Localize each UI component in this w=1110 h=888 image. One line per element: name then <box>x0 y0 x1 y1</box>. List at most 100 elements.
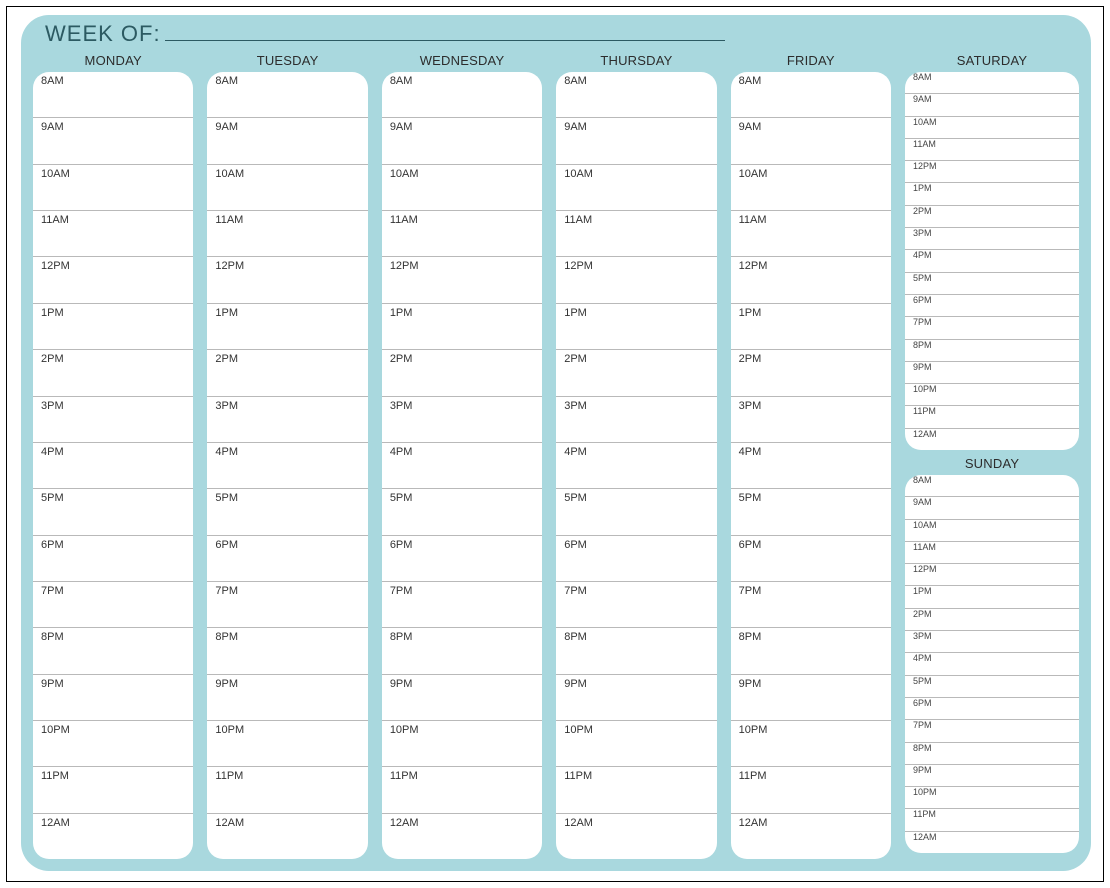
time-slot[interactable]: 9PM <box>731 674 891 720</box>
time-slot[interactable]: 11PM <box>905 808 1079 830</box>
time-slot[interactable]: 1PM <box>905 182 1079 204</box>
time-slot[interactable]: 2PM <box>556 349 716 395</box>
time-slot[interactable]: 10AM <box>905 519 1079 541</box>
time-slot[interactable]: 8AM <box>731 72 891 117</box>
time-slot[interactable]: 6PM <box>33 535 193 581</box>
time-slot[interactable]: 11PM <box>731 766 891 812</box>
day-box-saturday[interactable]: 8AM 9AM 10AM 11AM 12PM 1PM 2PM 3PM 4PM 5… <box>905 72 1079 450</box>
time-slot[interactable]: 1PM <box>905 585 1079 607</box>
time-slot[interactable]: 8PM <box>382 627 542 673</box>
time-slot[interactable]: 7PM <box>905 719 1079 741</box>
time-slot[interactable]: 10AM <box>207 164 367 210</box>
time-slot[interactable]: 1PM <box>207 303 367 349</box>
time-slot[interactable]: 6PM <box>556 535 716 581</box>
time-slot[interactable]: 8PM <box>33 627 193 673</box>
time-slot[interactable]: 6PM <box>382 535 542 581</box>
time-slot[interactable]: 8PM <box>556 627 716 673</box>
time-slot[interactable]: 12AM <box>207 813 367 859</box>
time-slot[interactable]: 10AM <box>731 164 891 210</box>
time-slot[interactable]: 9PM <box>207 674 367 720</box>
time-slot[interactable]: 6PM <box>905 294 1079 316</box>
time-slot[interactable]: 7PM <box>556 581 716 627</box>
time-slot[interactable]: 7PM <box>207 581 367 627</box>
time-slot[interactable]: 11PM <box>382 766 542 812</box>
time-slot[interactable]: 3PM <box>207 396 367 442</box>
time-slot[interactable]: 9PM <box>905 764 1079 786</box>
time-slot[interactable]: 10AM <box>382 164 542 210</box>
time-slot[interactable]: 10PM <box>33 720 193 766</box>
time-slot[interactable]: 5PM <box>207 488 367 534</box>
time-slot[interactable]: 8AM <box>382 72 542 117</box>
time-slot[interactable]: 10PM <box>731 720 891 766</box>
time-slot[interactable]: 8AM <box>905 72 1079 93</box>
time-slot[interactable]: 5PM <box>905 675 1079 697</box>
time-slot[interactable]: 10PM <box>207 720 367 766</box>
time-slot[interactable]: 8PM <box>905 339 1079 361</box>
time-slot[interactable]: 6PM <box>731 535 891 581</box>
time-slot[interactable]: 4PM <box>207 442 367 488</box>
time-slot[interactable]: 11AM <box>905 138 1079 160</box>
time-slot[interactable]: 4PM <box>905 249 1079 271</box>
time-slot[interactable]: 1PM <box>556 303 716 349</box>
time-slot[interactable]: 3PM <box>905 630 1079 652</box>
time-slot[interactable]: 11PM <box>905 405 1079 427</box>
time-slot[interactable]: 4PM <box>905 652 1079 674</box>
time-slot[interactable]: 5PM <box>382 488 542 534</box>
time-slot[interactable]: 10PM <box>905 383 1079 405</box>
time-slot[interactable]: 7PM <box>731 581 891 627</box>
time-slot[interactable]: 9AM <box>905 93 1079 115</box>
day-box-friday[interactable]: 8AM 9AM 10AM 11AM 12PM 1PM 2PM 3PM 4PM 5… <box>731 72 891 859</box>
time-slot[interactable]: 7PM <box>905 316 1079 338</box>
time-slot[interactable]: 10AM <box>33 164 193 210</box>
time-slot[interactable]: 7PM <box>382 581 542 627</box>
time-slot[interactable]: 5PM <box>731 488 891 534</box>
time-slot[interactable]: 10AM <box>905 116 1079 138</box>
time-slot[interactable]: 12PM <box>905 563 1079 585</box>
time-slot[interactable]: 12AM <box>33 813 193 859</box>
time-slot[interactable]: 9AM <box>33 117 193 163</box>
time-slot[interactable]: 10PM <box>556 720 716 766</box>
time-slot[interactable]: 12PM <box>731 256 891 302</box>
time-slot[interactable]: 7PM <box>33 581 193 627</box>
time-slot[interactable]: 11PM <box>556 766 716 812</box>
time-slot[interactable]: 12AM <box>382 813 542 859</box>
time-slot[interactable]: 9AM <box>731 117 891 163</box>
time-slot[interactable]: 10AM <box>556 164 716 210</box>
time-slot[interactable]: 12AM <box>905 428 1079 450</box>
time-slot[interactable]: 5PM <box>905 272 1079 294</box>
time-slot[interactable]: 12PM <box>556 256 716 302</box>
time-slot[interactable]: 3PM <box>905 227 1079 249</box>
time-slot[interactable]: 4PM <box>33 442 193 488</box>
time-slot[interactable]: 12PM <box>33 256 193 302</box>
time-slot[interactable]: 11PM <box>33 766 193 812</box>
time-slot[interactable]: 5PM <box>556 488 716 534</box>
time-slot[interactable]: 12PM <box>905 160 1079 182</box>
time-slot[interactable]: 8AM <box>905 475 1079 496</box>
day-box-monday[interactable]: 8AM 9AM 10AM 11AM 12PM 1PM 2PM 3PM 4PM 5… <box>33 72 193 859</box>
week-of-underline[interactable] <box>165 23 725 41</box>
time-slot[interactable]: 6PM <box>905 697 1079 719</box>
time-slot[interactable]: 9PM <box>905 361 1079 383</box>
time-slot[interactable]: 8PM <box>731 627 891 673</box>
time-slot[interactable]: 2PM <box>905 608 1079 630</box>
day-box-sunday[interactable]: 8AM 9AM 10AM 11AM 12PM 1PM 2PM 3PM 4PM 5… <box>905 475 1079 853</box>
time-slot[interactable]: 4PM <box>731 442 891 488</box>
time-slot[interactable]: 11AM <box>731 210 891 256</box>
time-slot[interactable]: 2PM <box>905 205 1079 227</box>
time-slot[interactable]: 12PM <box>382 256 542 302</box>
time-slot[interactable]: 2PM <box>382 349 542 395</box>
time-slot[interactable]: 10PM <box>382 720 542 766</box>
time-slot[interactable]: 11PM <box>207 766 367 812</box>
time-slot[interactable]: 11AM <box>33 210 193 256</box>
time-slot[interactable]: 2PM <box>33 349 193 395</box>
time-slot[interactable]: 12AM <box>905 831 1079 853</box>
time-slot[interactable]: 11AM <box>382 210 542 256</box>
time-slot[interactable]: 5PM <box>33 488 193 534</box>
time-slot[interactable]: 9AM <box>207 117 367 163</box>
time-slot[interactable]: 3PM <box>556 396 716 442</box>
time-slot[interactable]: 9AM <box>382 117 542 163</box>
time-slot[interactable]: 1PM <box>33 303 193 349</box>
day-box-thursday[interactable]: 8AM 9AM 10AM 11AM 12PM 1PM 2PM 3PM 4PM 5… <box>556 72 716 859</box>
day-box-tuesday[interactable]: 8AM 9AM 10AM 11AM 12PM 1PM 2PM 3PM 4PM 5… <box>207 72 367 859</box>
time-slot[interactable]: 12PM <box>207 256 367 302</box>
